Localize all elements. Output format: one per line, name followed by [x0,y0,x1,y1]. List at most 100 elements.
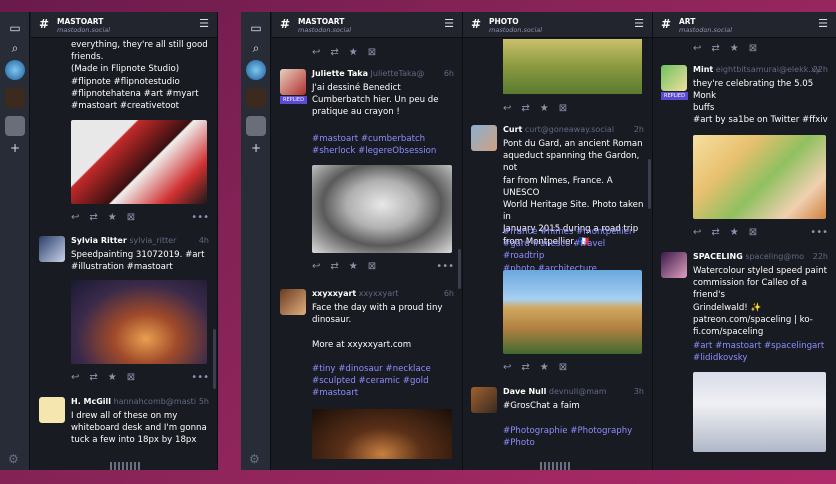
boost-icon[interactable]: ⇄ [89,372,97,383]
hide-icon[interactable]: ⊠ [559,362,567,373]
reply-icon[interactable]: ↩ [312,47,320,58]
hide-icon[interactable]: ⊠ [127,372,135,383]
drawer-handle[interactable] [110,462,142,470]
favourite-icon[interactable]: ★ [349,47,358,58]
avatar[interactable] [661,65,687,91]
column-header[interactable]: # MASTOART mastodon.social ☰ [272,12,462,38]
reply-icon[interactable]: ↩ [503,103,511,114]
reply-icon[interactable]: ↩ [312,261,320,272]
avatar[interactable] [39,236,65,262]
reply-icon[interactable]: ↩ [693,43,701,54]
favourite-icon[interactable]: ★ [108,212,117,223]
hide-icon[interactable]: ⊠ [368,261,376,272]
list-avatar-2[interactable] [5,116,25,136]
status-hashtags[interactable]: #Photographie #Photography #Photo [503,425,646,449]
status-image[interactable] [71,280,207,364]
plus-icon[interactable]: + [7,140,23,156]
status-image[interactable] [71,120,207,204]
hide-icon[interactable]: ⊠ [368,47,376,58]
plus-icon[interactable]: + [248,140,264,156]
boost-icon[interactable]: ⇄ [711,227,719,238]
favourite-icon[interactable]: ★ [730,43,739,54]
reply-icon[interactable]: ↩ [693,227,701,238]
avatar[interactable] [471,387,497,413]
column-menu-icon[interactable]: ☰ [199,17,209,30]
boost-icon[interactable]: ⇄ [330,261,338,272]
boost-icon[interactable]: ⇄ [89,212,97,223]
hide-icon[interactable]: ⊠ [749,43,757,54]
reply-icon[interactable]: ↩ [503,362,511,373]
status-time[interactable]: 2h [634,125,644,134]
reply-icon[interactable]: ↩ [71,372,79,383]
status-author[interactable]: Dave Null devnull@mam [503,387,607,396]
boost-icon[interactable]: ⇄ [330,47,338,58]
column-menu-icon[interactable]: ☰ [444,17,454,30]
hide-icon[interactable]: ⊠ [559,103,567,114]
status-image[interactable] [312,165,452,253]
status-time[interactable]: 5h [199,397,209,406]
scrollbar[interactable] [648,159,651,209]
favourite-icon[interactable]: ★ [540,362,549,373]
column-header[interactable]: # PHOTO mastodon.social ☰ [463,12,652,38]
favourite-icon[interactable]: ★ [349,261,358,272]
scrollbar[interactable] [213,329,216,389]
scrollbar[interactable] [458,249,461,289]
avatar[interactable] [39,397,65,423]
avatar[interactable] [661,252,687,278]
compose-icon[interactable]: ▭ [7,20,23,36]
status-time[interactable]: 6h [444,69,454,78]
hide-icon[interactable]: ⊠ [127,212,135,223]
settings-icon[interactable]: ⚙ [8,452,19,466]
search-icon[interactable]: ⌕ [7,40,23,56]
status-link[interactable]: More at xxyxxyart.com [312,339,456,351]
more-icon[interactable]: ••• [436,261,454,272]
status-author[interactable]: Curt curt@goneaway.social [503,125,614,134]
favourite-icon[interactable]: ★ [540,103,549,114]
status-time[interactable]: 4h [199,236,209,245]
account-avatar[interactable] [5,60,25,80]
column-menu-icon[interactable]: ☰ [634,17,644,30]
status-author[interactable]: Sylvia Ritter sylvia_ritter [71,236,176,245]
search-icon[interactable]: ⌕ [248,40,264,56]
column-header[interactable]: # MASTOART mastodon.social ☰ [31,12,217,38]
more-icon[interactable]: ••• [191,372,209,383]
drawer-handle[interactable] [540,462,572,470]
status-time[interactable]: 22h [813,65,828,74]
status-author[interactable]: SPACELING spaceling@mo [693,252,804,261]
list-avatar-2[interactable] [246,116,266,136]
compose-icon[interactable]: ▭ [248,20,264,36]
status-image[interactable] [503,270,642,354]
status-time[interactable]: 22h [813,252,828,261]
status-image[interactable] [503,39,642,94]
hide-icon[interactable]: ⊠ [749,227,757,238]
favourite-icon[interactable]: ★ [730,227,739,238]
boost-icon[interactable]: ⇄ [521,103,529,114]
boost-icon[interactable]: ⇄ [711,43,719,54]
settings-icon[interactable]: ⚙ [249,452,260,466]
status-author[interactable]: xxyxxyart xxyxxyart [312,289,399,298]
favourite-icon[interactable]: ★ [108,372,117,383]
column-header[interactable]: # ART mastodon.social ☰ [653,12,836,38]
status-hashtags[interactable]: #art #mastoart #spacelingart #lididkovsk… [693,340,830,364]
list-avatar[interactable] [246,88,266,108]
status-image[interactable] [693,135,826,219]
avatar[interactable] [280,289,306,315]
more-icon[interactable]: ••• [191,212,209,223]
status-time[interactable]: 3h [634,387,644,396]
account-avatar[interactable] [246,60,266,80]
boost-icon[interactable]: ⇄ [521,362,529,373]
status-author[interactable]: Juliette Taka JulietteTaka@ [312,69,424,78]
avatar[interactable] [280,69,306,95]
status-image[interactable] [693,372,826,452]
more-icon[interactable]: ••• [810,227,828,238]
status-hashtags[interactable]: #art by sa1be on Twitter #ffxiv [693,114,830,126]
status-author[interactable]: H. McGill hannahcomb@masti [71,397,196,406]
status-image[interactable] [312,409,452,459]
reply-icon[interactable]: ↩ [71,212,79,223]
status-hashtags[interactable]: #mastoart #cumberbatch #sherlock #legere… [312,133,456,157]
status-hashtags[interactable]: #tiny #dinosaur #necklace #sculpted #cer… [312,363,456,400]
column-menu-icon[interactable]: ☰ [818,17,828,30]
status-time[interactable]: 6h [444,289,454,298]
list-avatar[interactable] [5,88,25,108]
status-author[interactable]: Mint eightbitsamurai@elekk.xy [693,65,820,74]
